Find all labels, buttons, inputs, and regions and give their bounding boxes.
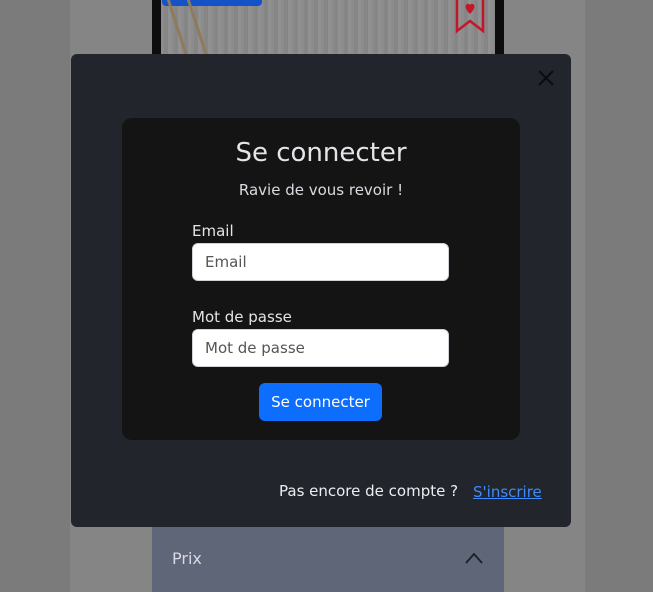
chevron-up-icon (465, 552, 483, 564)
email-field[interactable] (192, 243, 449, 281)
signup-link[interactable]: S'inscrire (473, 483, 542, 501)
password-label: Mot de passe (192, 308, 292, 326)
modal-title: Se connecter (235, 138, 407, 168)
login-button[interactable]: Se connecter (259, 383, 382, 421)
accordion-label: Prix (172, 549, 202, 568)
no-account-text: Pas encore de compte ? (279, 482, 459, 500)
modal-subtitle: Ravie de vous revoir ! (238, 181, 404, 199)
password-field[interactable] (192, 329, 449, 367)
product-image (161, 0, 495, 56)
email-label: Email (192, 222, 234, 240)
close-icon[interactable] (536, 68, 556, 88)
category-badge (162, 0, 262, 6)
price-accordion[interactable]: Prix (152, 527, 504, 592)
bookmark-heart-icon[interactable] (455, 0, 485, 34)
